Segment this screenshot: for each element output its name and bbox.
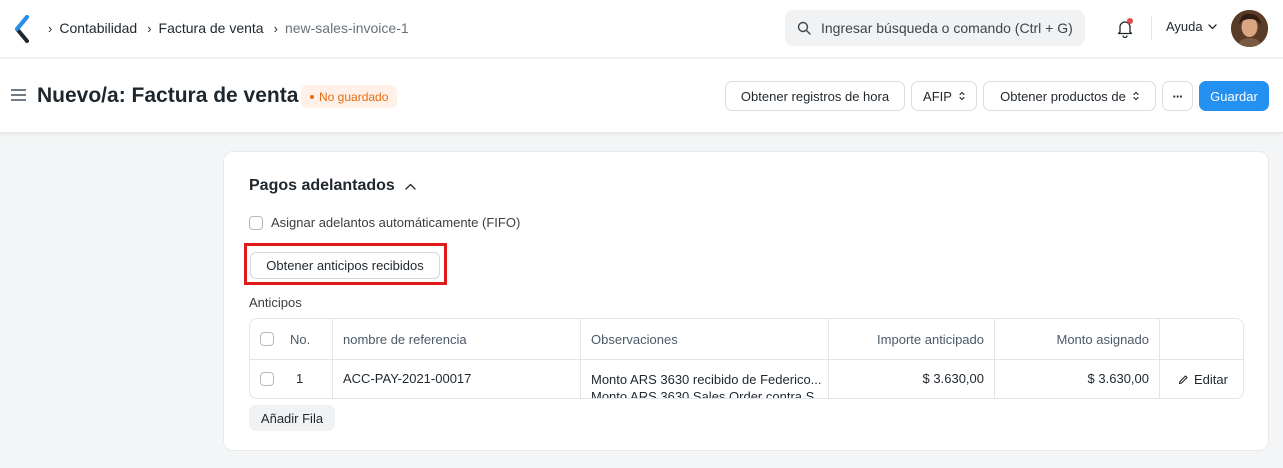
column-header-remarks: Observaciones — [591, 331, 678, 347]
select-arrows-icon — [959, 91, 965, 101]
search-bar[interactable]: Ingresar búsqueda o comando (Ctrl + G) — [785, 10, 1085, 46]
column-header-no: No. — [290, 331, 311, 347]
get-timesheets-button[interactable]: Obtener registros de hora — [725, 81, 905, 111]
save-button[interactable]: Guardar — [1199, 81, 1269, 111]
avatar[interactable] — [1231, 10, 1268, 47]
chevron-right-icon: › — [48, 20, 53, 36]
breadcrumb-factura-de-venta[interactable]: Factura de venta — [159, 20, 264, 36]
more-icon: ··· — [1172, 88, 1184, 104]
page-title: Nuevo/a: Factura de venta — [37, 84, 299, 107]
column-header-advance-amount: Importe anticipado — [877, 331, 984, 347]
get-items-from-label: Obtener productos de — [1000, 88, 1126, 104]
page-head: Nuevo/a: Factura de venta No guardado Ob… — [0, 59, 1283, 133]
reference-name-cell[interactable]: ACC-PAY-2021-00017 — [343, 371, 471, 386]
section-title[interactable]: Pagos adelantados — [249, 177, 416, 195]
get-advances-received-button[interactable]: Obtener anticipos recibidos — [250, 252, 440, 279]
grid-label: Anticipos — [249, 295, 302, 310]
advance-amount-cell[interactable]: $ 3.630,00 — [828, 371, 984, 386]
breadcrumb: › Contabilidad › Factura de venta › new-… — [46, 0, 409, 56]
app-logo-icon[interactable] — [14, 15, 30, 43]
help-label: Ayuda — [1166, 19, 1203, 34]
navbar: › Contabilidad › Factura de venta › new-… — [0, 0, 1283, 58]
afip-dropdown-button[interactable]: AFIP — [911, 81, 977, 111]
chevron-right-icon: › — [147, 20, 152, 36]
hamburger-menu-icon[interactable] — [11, 89, 26, 101]
save-label: Guardar — [1210, 88, 1258, 104]
more-actions-button[interactable]: ··· — [1162, 81, 1193, 111]
select-all-checkbox[interactable] — [260, 332, 274, 346]
advances-table: No. nombre de referencia Observaciones I… — [249, 318, 1244, 399]
afip-label: AFIP — [923, 88, 952, 104]
allocate-fifo-label: Asignar adelantos automáticamente (FIFO) — [271, 215, 521, 230]
add-row-button[interactable]: Añadir Fila — [249, 405, 335, 431]
status-label: No guardado — [319, 89, 389, 104]
row-number: 1 — [296, 371, 304, 386]
notification-dot — [1127, 18, 1133, 24]
edit-row-button[interactable]: Editar — [1178, 372, 1228, 387]
select-arrows-icon — [1133, 91, 1139, 101]
add-row-label: Añadir Fila — [260, 410, 324, 426]
row-checkbox[interactable] — [260, 372, 274, 386]
get-timesheets-label: Obtener registros de hora — [740, 88, 890, 104]
section-title-label: Pagos adelantados — [249, 177, 395, 194]
chevron-up-icon — [405, 183, 416, 190]
breadcrumb-contabilidad[interactable]: Contabilidad — [59, 20, 137, 36]
status-dot-icon — [310, 94, 314, 99]
navbar-divider — [1151, 16, 1152, 40]
edit-label: Editar — [1194, 372, 1228, 387]
remarks-cell-line1[interactable]: Monto ARS 3630 recibido de Federico... — [591, 372, 822, 387]
remarks-cell-line2[interactable]: Monto ARS 3630 Sales Order contra S... — [591, 389, 825, 398]
search-placeholder: Ingresar búsqueda o comando (Ctrl + G) — [821, 20, 1073, 36]
breadcrumb-current-doc[interactable]: new-sales-invoice-1 — [285, 20, 409, 36]
allocate-fifo-checkbox[interactable] — [249, 216, 263, 230]
get-items-from-button[interactable]: Obtener productos de — [983, 81, 1156, 111]
search-icon — [797, 21, 811, 35]
column-header-reference-name: nombre de referencia — [343, 331, 467, 347]
help-dropdown[interactable]: Ayuda — [1166, 19, 1217, 34]
chevron-right-icon: › — [273, 20, 278, 36]
chevron-down-icon — [1207, 23, 1217, 29]
advances-section-card: Pagos adelantados Asignar adelantos auto… — [223, 151, 1269, 451]
pencil-icon — [1178, 375, 1188, 385]
column-header-allocated-amount: Monto asignado — [1056, 331, 1149, 347]
status-badge: No guardado — [301, 85, 398, 108]
get-advances-received-label: Obtener anticipos recibidos — [266, 258, 424, 273]
allocated-amount-cell[interactable]: $ 3.630,00 — [994, 371, 1149, 386]
